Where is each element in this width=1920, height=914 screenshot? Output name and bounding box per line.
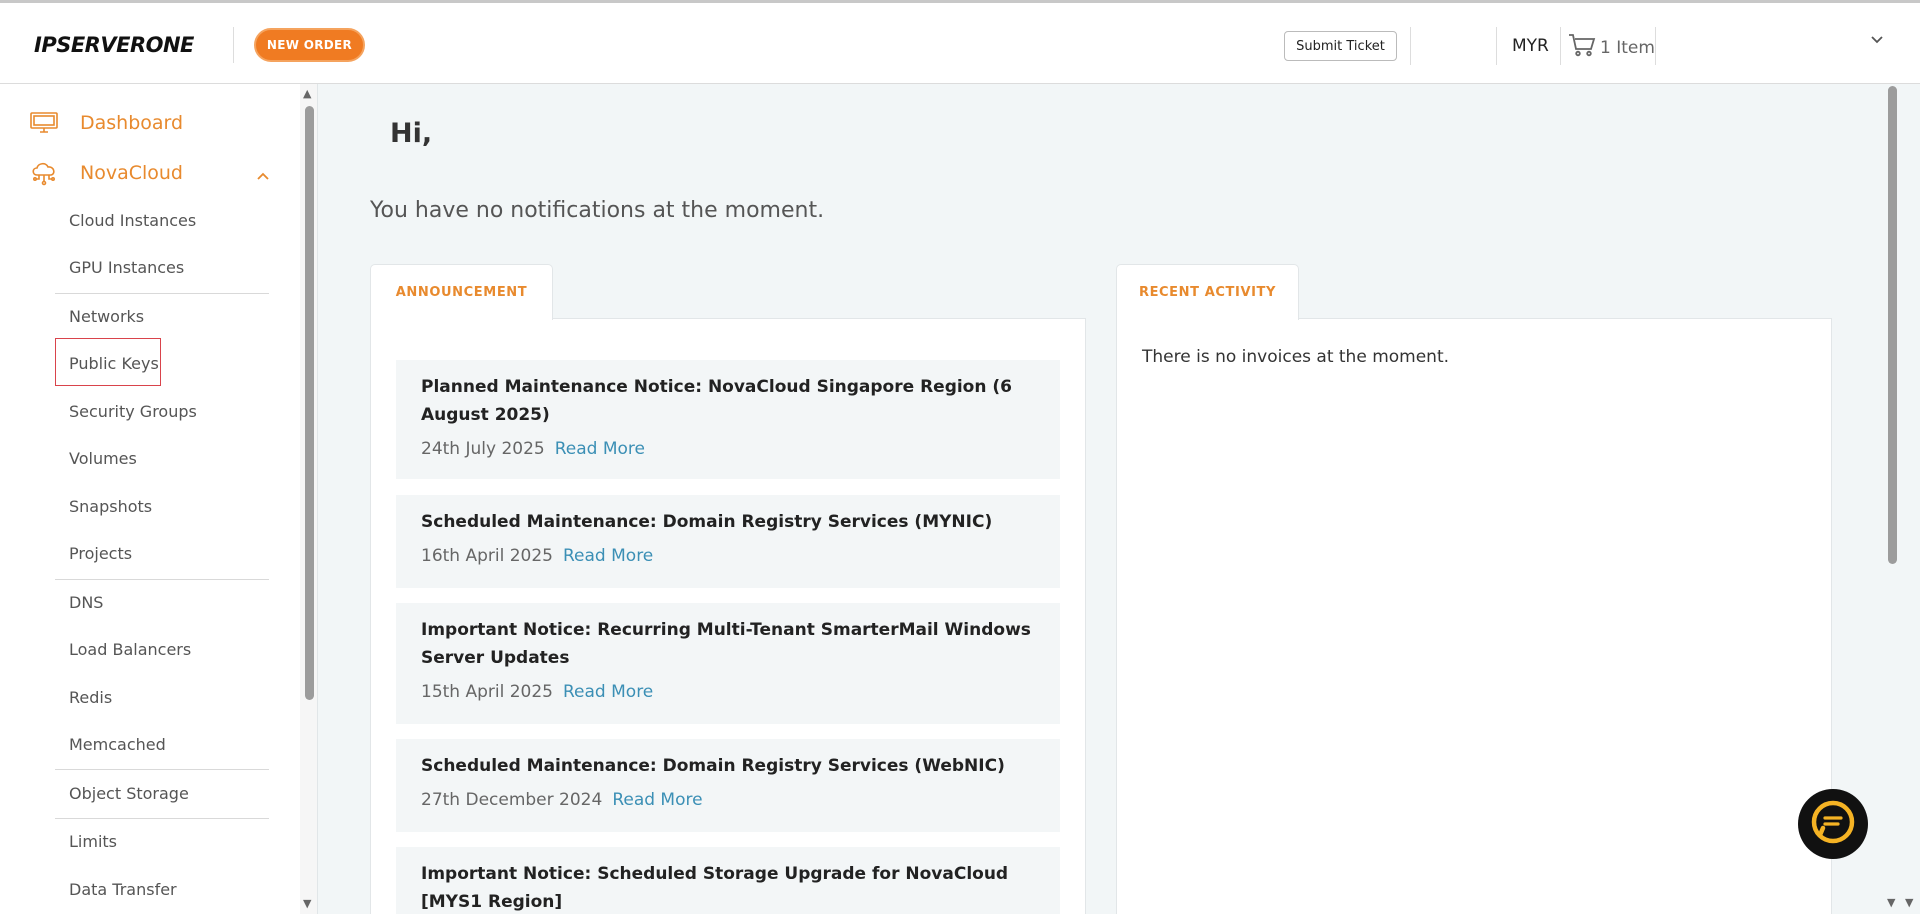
- sidebar-item-load-balancers[interactable]: Load Balancers: [69, 640, 191, 659]
- sidebar-item-gpu-instances[interactable]: GPU Instances: [69, 258, 184, 277]
- cart-button[interactable]: 1 Item: [1568, 33, 1655, 62]
- announcement-item: Important Notice: Recurring Multi-Tenant…: [396, 603, 1060, 724]
- announcement-meta: 24th July 2025 Read More: [421, 439, 1035, 459]
- sidebar-item-data-transfer[interactable]: Data Transfer: [69, 880, 177, 899]
- brand-logo[interactable]: IPSERVERONE: [34, 33, 194, 57]
- announcement-date: 15th April 2025: [421, 682, 553, 702]
- chat-bubble-icon: [1810, 799, 1856, 849]
- sidebar-item-object-storage[interactable]: Object Storage: [69, 784, 189, 803]
- announcement-meta: 27th December 2024 Read More: [421, 790, 1035, 810]
- sidebar-item-snapshots[interactable]: Snapshots: [69, 497, 152, 516]
- sidebar-item-memcached[interactable]: Memcached: [69, 735, 166, 754]
- header-divider: [1655, 27, 1656, 65]
- logo-divider: [233, 27, 234, 63]
- tab-announcement[interactable]: ANNOUNCEMENT: [370, 264, 553, 320]
- chat-widget-button[interactable]: [1798, 789, 1868, 859]
- scroll-down-arrow-icon[interactable]: ▼: [1887, 896, 1895, 909]
- scroll-up-arrow-icon[interactable]: ▲: [303, 87, 311, 100]
- sidebar-item-redis[interactable]: Redis: [69, 688, 112, 707]
- sidebar-item-networks[interactable]: Networks: [69, 307, 144, 326]
- announcement-meta: 16th April 2025 Read More: [421, 546, 1035, 566]
- read-more-link[interactable]: Read More: [563, 682, 653, 702]
- announcement-item: Scheduled Maintenance: Domain Registry S…: [396, 495, 1060, 588]
- announcement-date: 24th July 2025: [421, 439, 545, 459]
- sidebar-divider: [55, 769, 269, 770]
- sidebar-item-projects[interactable]: Projects: [69, 544, 132, 563]
- read-more-link[interactable]: Read More: [555, 439, 645, 459]
- announcement-date: 16th April 2025: [421, 546, 553, 566]
- sidebar-item-novacloud[interactable]: NovaCloud: [30, 160, 183, 186]
- cloud-network-icon: [30, 160, 58, 186]
- sidebar-divider: [55, 293, 269, 294]
- cart-count: 1 Item: [1600, 37, 1655, 58]
- announcement-title[interactable]: Scheduled Maintenance: Domain Registry S…: [421, 508, 1035, 536]
- read-more-link[interactable]: Read More: [563, 546, 653, 566]
- announcement-title[interactable]: Important Notice: Recurring Multi-Tenant…: [421, 616, 1035, 672]
- announcement-item: Important Notice: Scheduled Storage Upgr…: [396, 847, 1060, 914]
- announcement-date: 27th December 2024: [421, 790, 603, 810]
- read-more-link[interactable]: Read More: [612, 790, 702, 810]
- announcement-title[interactable]: Planned Maintenance Notice: NovaCloud Si…: [421, 373, 1035, 429]
- sidebar-divider: [55, 818, 269, 819]
- header-divider: [1496, 27, 1497, 65]
- greeting-heading: Hi,: [390, 118, 433, 149]
- notification-message: You have no notifications at the moment.: [370, 198, 825, 223]
- tab-recent-activity[interactable]: RECENT ACTIVITY: [1116, 264, 1299, 320]
- account-chevron-down-icon[interactable]: [1870, 33, 1884, 49]
- new-order-button[interactable]: NEW ORDER: [254, 28, 365, 62]
- header-divider: [1410, 27, 1411, 65]
- sidebar-item-limits[interactable]: Limits: [69, 832, 117, 851]
- page-scrollbar-thumb[interactable]: [1888, 86, 1897, 564]
- announcement-meta: 15th April 2025 Read More: [421, 682, 1035, 702]
- announcement-item: Scheduled Maintenance: Domain Registry S…: [396, 739, 1060, 832]
- sidebar-item-dashboard[interactable]: Dashboard: [30, 112, 183, 134]
- sidebar-item-public-keys[interactable]: Public Keys: [69, 354, 159, 373]
- sidebar-item-dns[interactable]: DNS: [69, 593, 103, 612]
- scroll-down-arrow-icon[interactable]: ▼: [1905, 896, 1913, 909]
- no-invoices-message: There is no invoices at the moment.: [1142, 347, 1450, 367]
- announcement-title[interactable]: Scheduled Maintenance: Domain Registry S…: [421, 752, 1035, 780]
- header-divider: [1560, 27, 1561, 65]
- sidebar-item-label: NovaCloud: [80, 162, 183, 184]
- currency-selector[interactable]: MYR: [1512, 36, 1549, 56]
- sidebar-item-cloud-instances[interactable]: Cloud Instances: [69, 211, 196, 230]
- sidebar-divider: [55, 579, 269, 580]
- announcement-item: Planned Maintenance Notice: NovaCloud Si…: [396, 360, 1060, 479]
- scroll-down-arrow-icon[interactable]: ▼: [303, 897, 311, 910]
- submit-ticket-button[interactable]: Submit Ticket: [1284, 31, 1397, 61]
- top-header: IPSERVERONE NEW ORDER Submit Ticket MYR …: [0, 0, 1920, 84]
- announcement-title[interactable]: Important Notice: Scheduled Storage Upgr…: [421, 860, 1035, 914]
- sidebar-item-label: Dashboard: [80, 112, 184, 134]
- sidebar-item-security-groups[interactable]: Security Groups: [69, 402, 197, 421]
- cart-icon: [1568, 33, 1596, 62]
- chevron-up-icon[interactable]: [256, 166, 270, 185]
- sidebar-scrollbar-thumb[interactable]: [305, 106, 314, 700]
- sidebar-item-volumes[interactable]: Volumes: [69, 449, 137, 468]
- recent-activity-panel: [1116, 318, 1832, 914]
- monitor-icon: [30, 112, 58, 134]
